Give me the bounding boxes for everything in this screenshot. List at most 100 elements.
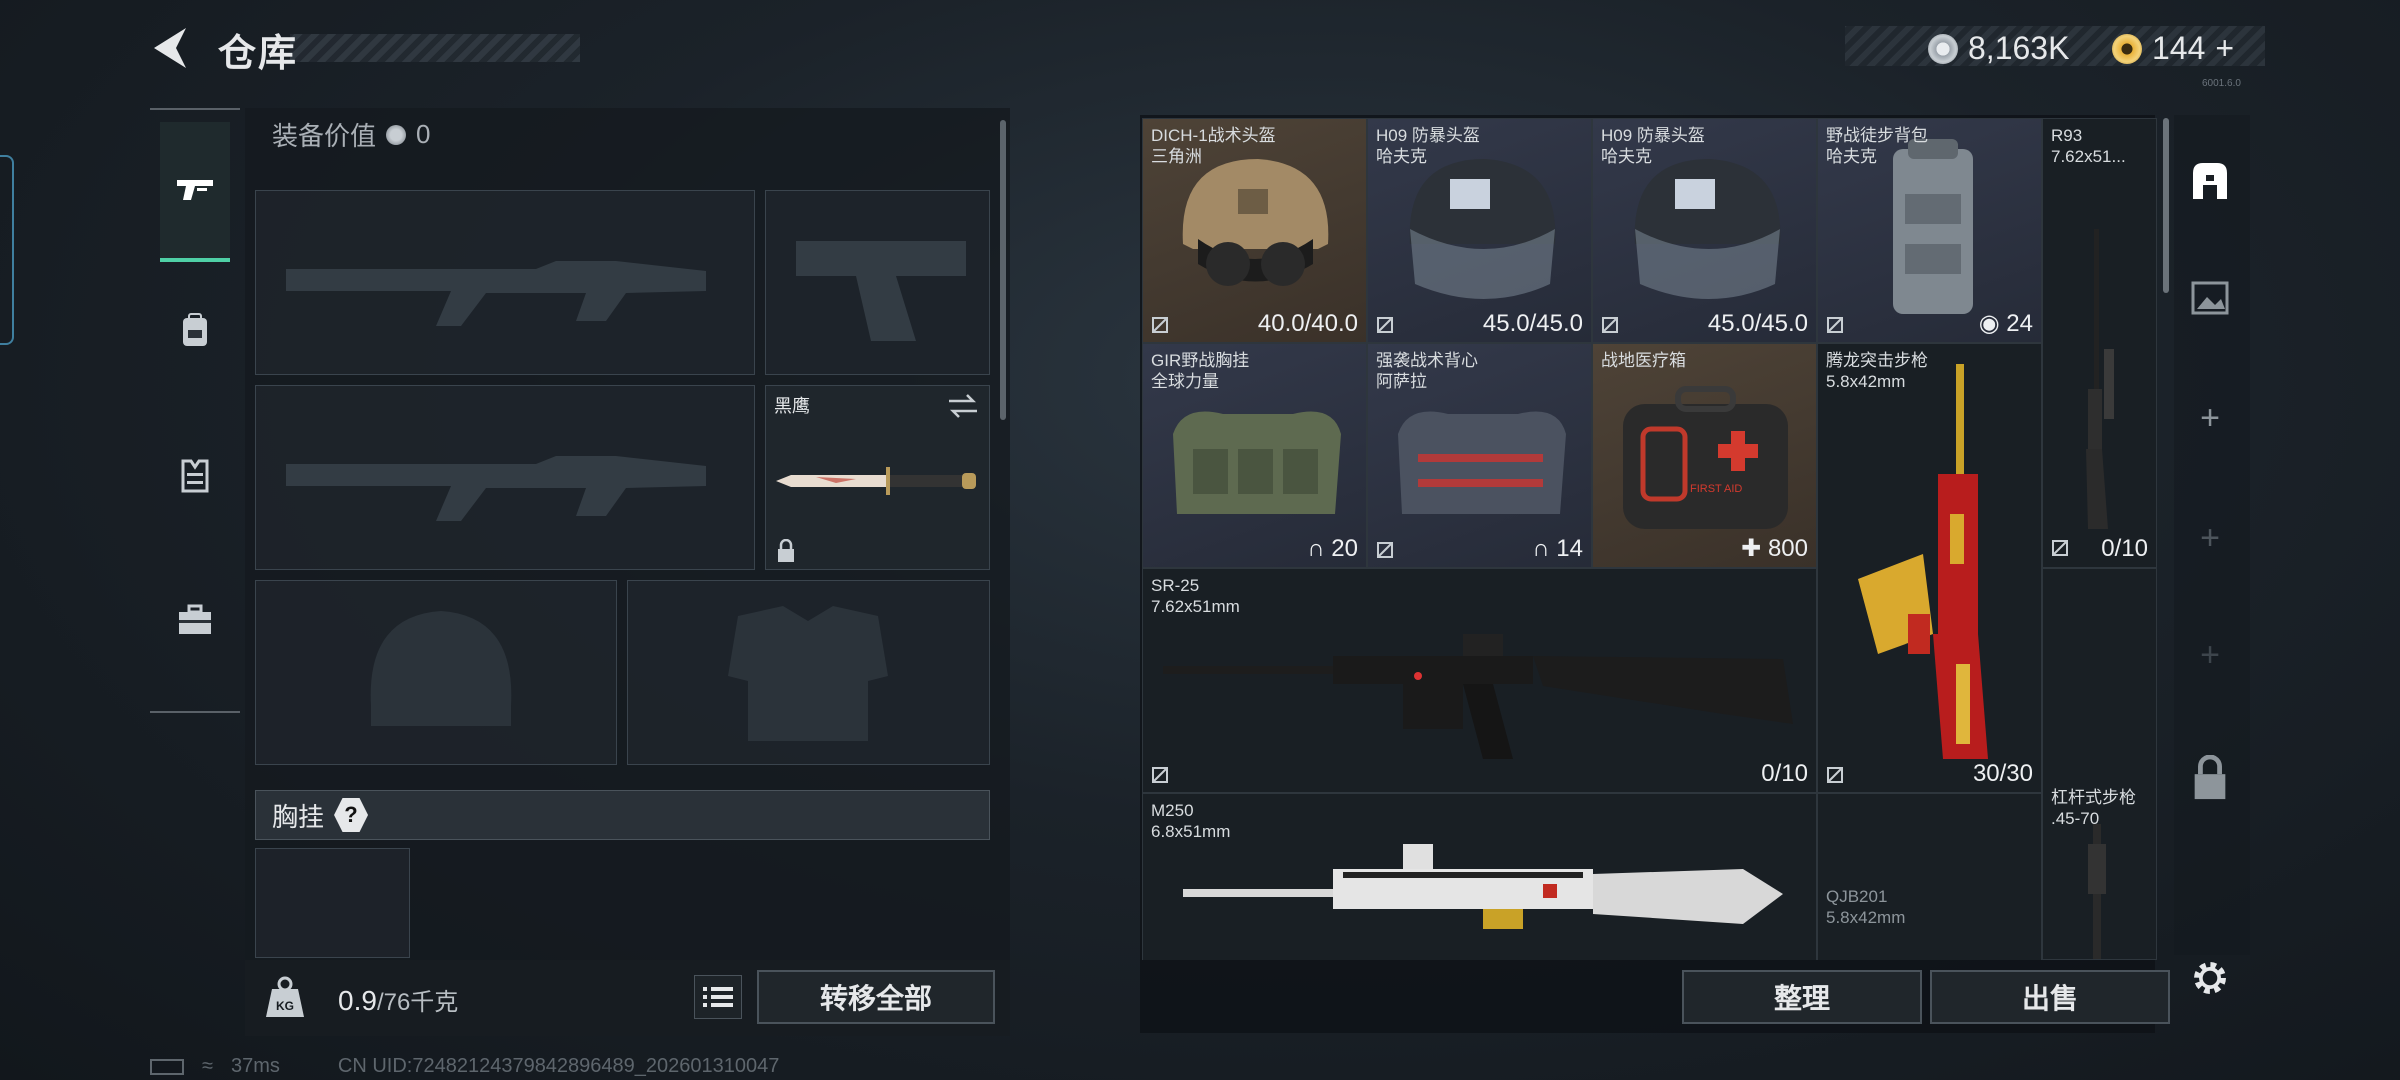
inventory-item[interactable]: 战地医疗箱 FIRST AID ✚ 800 [1592, 343, 1817, 568]
equipment-scrollbar[interactable] [1000, 120, 1006, 420]
weight-readout: 0.9/76千克 [338, 982, 458, 1017]
item-durability: 40.0/40.0 [1257, 310, 1358, 337]
no-insurance-icon [2052, 540, 2068, 556]
swap-icon[interactable] [947, 392, 979, 420]
tab-toolbox[interactable] [160, 550, 230, 690]
plus-icon: + [2200, 635, 2220, 674]
item-name: R93 [2051, 126, 2083, 145]
item-name: DICH-1战术头盔 [1151, 126, 1276, 145]
inventory-scrollbar[interactable] [2163, 118, 2169, 293]
coin-balance[interactable]: 8,163K [1928, 30, 2069, 67]
version-label: 6001.6.0 [2202, 78, 2241, 89]
riot-helmet-icon [1409, 159, 1556, 299]
transfer-all-button[interactable]: 转移全部 [757, 970, 995, 1024]
page-title: 仓库 [218, 33, 299, 75]
tab-backpack[interactable] [160, 260, 230, 400]
slot-melee[interactable]: 黑鹰 [765, 385, 990, 570]
back-arrow-icon[interactable] [150, 26, 190, 70]
machine-gun-icon [1183, 844, 1783, 929]
item-sub: 5.8x42mm [1826, 908, 1906, 927]
first-aid-kit-icon: FIRST AID [1623, 386, 1788, 529]
uid-label: CN UID:7248212437984289​6489_20260131004… [337, 1055, 780, 1077]
help-icon[interactable]: ? [334, 798, 369, 832]
weight-max: /76千克 [376, 989, 459, 1016]
slot-body-armor[interactable] [627, 580, 990, 765]
inventory-item[interactable]: 杠杆式步枪 .45-70 [2042, 568, 2157, 960]
inventory-item[interactable]: H09 防暴头盔 哈夫克 45.0/45.0 [1592, 118, 1817, 343]
premium-add-button[interactable]: + [2215, 30, 2234, 67]
inventory-item[interactable]: GIR野战胸挂 全球力量 ∩ 20 [1142, 343, 1367, 568]
pistol-silhouette-icon [796, 241, 966, 341]
lever-rifle-icon [2088, 824, 2106, 959]
add-storage-button[interactable]: + [2180, 388, 2240, 448]
premium-value: 144 [2152, 30, 2206, 66]
equipment-value: 装备价值 0 [272, 116, 430, 153]
item-capacity: ∩ 14 [1532, 535, 1583, 562]
knife-icon [776, 467, 976, 495]
item-sub: 哈夫克 [1376, 147, 1427, 166]
title-decoration [290, 34, 580, 62]
premium-balance[interactable]: 144 + [2112, 30, 2234, 67]
helmet-silhouette-icon [370, 611, 512, 726]
inventory-item[interactable]: 强袭战术背心 阿萨拉 ∩ 14 [1367, 343, 1592, 568]
tab-safe-box[interactable] [2180, 150, 2240, 210]
inventory-item[interactable]: R93 7.62x51... 0/10 [2042, 118, 2157, 568]
item-name: 强袭战术背心 [1376, 351, 1478, 370]
inventory-item[interactable]: DICH-1战术头盔 三角洲 40.0/40.0 [1142, 118, 1367, 343]
item-heal-points: ✚ 800 [1741, 535, 1808, 562]
rifle-silhouette-icon [286, 261, 706, 326]
backpack-icon [183, 313, 207, 346]
item-durability: 45.0/45.0 [1482, 310, 1583, 337]
slot-helmet[interactable] [255, 580, 617, 765]
inventory-item[interactable]: QJB201 5.8x42mm [1817, 793, 2042, 960]
add-storage-button[interactable]: + [2180, 508, 2240, 568]
battery-icon [150, 1058, 184, 1075]
inventory-item[interactable]: H09 防暴头盔 哈夫克 45.0/45.0 [1367, 118, 1592, 343]
inventory-item[interactable]: SR-25 7.62x51mm 0/10 [1142, 568, 1817, 793]
item-ammo: 0/10 [1761, 760, 1808, 787]
item-sub: 全球力量 [1151, 372, 1219, 391]
rifle-silhouette-icon [286, 456, 706, 521]
settings-button[interactable] [2180, 948, 2240, 1008]
inventory-item[interactable]: 腾龙突击步枪 5.8x42mm 30/30 [1817, 343, 2042, 793]
sell-button[interactable]: 出售 [1930, 970, 2170, 1024]
item-capacity: ◉ 24 [1978, 310, 2033, 337]
wifi-icon: ≈ [202, 1055, 213, 1077]
slot-secondary-weapon[interactable] [255, 385, 755, 570]
item-name: H09 防暴头盔 [1601, 126, 1705, 145]
riot-helmet-icon [1634, 159, 1781, 299]
marksman-rifle-icon [1163, 634, 1793, 759]
tab-gallery[interactable] [2180, 268, 2240, 328]
tab-weapons[interactable] [160, 122, 230, 262]
list-view-button[interactable] [694, 975, 742, 1019]
item-sub: 三角洲 [1151, 147, 1202, 166]
weight-current: 0.9 [338, 985, 377, 1016]
slot-primary-weapon[interactable] [255, 190, 755, 375]
no-insurance-icon [1827, 317, 1843, 333]
list-icon [703, 987, 733, 1007]
no-insurance-icon [1377, 542, 1393, 558]
toolbox-icon [179, 604, 211, 634]
no-insurance-icon [1827, 767, 1843, 783]
locked-storage-slot [2180, 748, 2240, 808]
inventory-item[interactable]: 野战徒步背包 哈夫克 ◉ 24 [1817, 118, 2042, 343]
slot-pistol[interactable] [765, 190, 990, 375]
no-insurance-icon [1152, 767, 1168, 783]
slot-chest-rig[interactable] [255, 848, 410, 958]
item-name: H09 防暴头盔 [1376, 126, 1480, 145]
inventory-item[interactable]: M250 6.8x51mm [1142, 793, 1817, 960]
plus-icon: + [2200, 398, 2220, 437]
item-name: M250 [1151, 801, 1194, 820]
lock-icon [778, 539, 794, 562]
chest-rig-label: 胸挂 [272, 801, 325, 832]
tab-vest[interactable] [160, 405, 230, 545]
item-name: GIR野战胸挂 [1151, 351, 1250, 370]
item-ammo: 0/10 [2101, 535, 2148, 562]
add-storage-button[interactable]: + [2180, 625, 2240, 685]
status-bar: ≈ 37ms CN UID:7248212437984289​6489_2026… [150, 1055, 779, 1078]
chest-rig-section-header[interactable]: 胸挂 ? [255, 790, 990, 840]
organize-button[interactable]: 整理 [1682, 970, 1922, 1024]
tactical-helmet-icon [1182, 159, 1329, 286]
edge-drawer-handle[interactable] [0, 155, 14, 345]
lock-icon [2194, 755, 2226, 800]
